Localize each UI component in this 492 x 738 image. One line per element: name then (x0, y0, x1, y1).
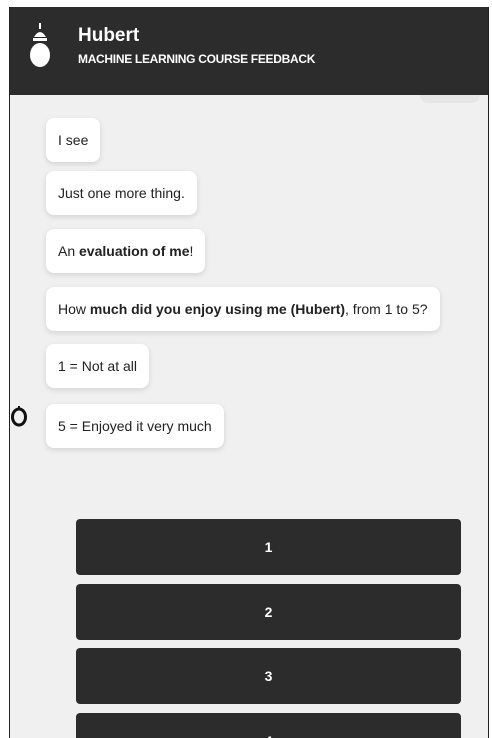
bot-name: Hubert (78, 25, 140, 46)
message-text: 5 = Enjoyed it very much (58, 418, 212, 434)
message-text: I see (58, 132, 89, 148)
robot-icon (30, 23, 50, 67)
message-text: 1 = Not at all (58, 358, 137, 374)
message-text-suffix: , from 1 to 5? (345, 301, 428, 317)
message-text-prefix: How (58, 301, 90, 317)
message-text-bold: evaluation of me (79, 243, 190, 259)
message-text-bold: much did you enjoy using me (Hubert) (89, 301, 346, 317)
chat-window: Hubert MACHINE LEARNING COURSE FEEDBACK … (9, 7, 489, 738)
message-text: Just one more thing. (58, 185, 185, 201)
answer-button-2[interactable]: 2 (76, 584, 461, 640)
bot-message: 5 = Enjoyed it very much (46, 404, 224, 448)
bot-message: Just one more thing. (46, 171, 197, 215)
answer-button-1[interactable]: 1 (76, 519, 461, 575)
scroll-indicator (420, 95, 480, 103)
message-text-prefix: An (58, 243, 80, 259)
bot-message: How much did you enjoy using me (Hubert)… (46, 287, 440, 331)
answer-button-4[interactable]: 4 (76, 713, 461, 738)
bot-message: I see (46, 118, 101, 162)
bot-message: 1 = Not at all (46, 344, 149, 388)
answer-button-3[interactable]: 3 (76, 648, 461, 704)
bot-avatar-icon (11, 406, 27, 427)
bot-message: An evaluation of me! (46, 229, 206, 273)
message-text-suffix: ! (189, 243, 194, 259)
chat-subtitle: MACHINE LEARNING COURSE FEEDBACK (78, 52, 316, 66)
chat-header: Hubert MACHINE LEARNING COURSE FEEDBACK (10, 7, 488, 95)
